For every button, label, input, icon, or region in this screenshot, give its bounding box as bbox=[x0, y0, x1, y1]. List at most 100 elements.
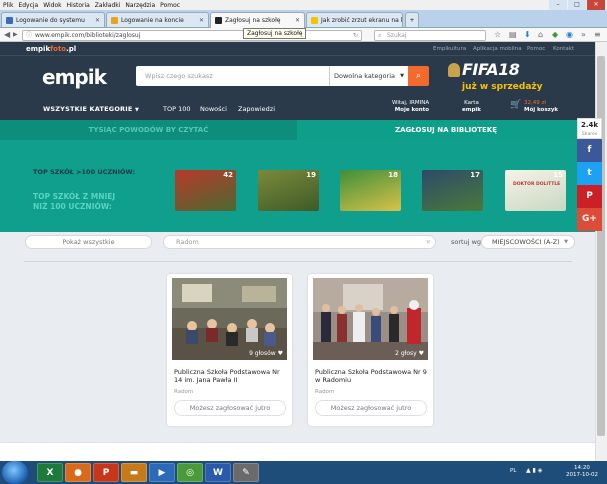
empik-card-link[interactable]: Karta empik bbox=[462, 100, 481, 114]
school-name[interactable]: Publiczna Szkoła Podstawowa Nr 9 w Radom… bbox=[315, 368, 430, 384]
top-school-thumb-3[interactable]: 18 bbox=[340, 170, 401, 211]
chrome-taskbar-icon[interactable]: ◎ bbox=[177, 463, 203, 482]
nav-nowosci[interactable]: Nowości bbox=[200, 105, 227, 113]
top-link-contact[interactable]: Kontakt bbox=[553, 46, 574, 52]
close-tab-icon[interactable]: ✕ bbox=[199, 17, 204, 24]
menu-item-widok[interactable]: Widok bbox=[43, 2, 61, 9]
top-school-thumb-4[interactable]: 17 bbox=[422, 170, 483, 211]
brand-suffix: foto bbox=[50, 45, 67, 53]
search-icon: ⌕ bbox=[415, 71, 422, 81]
new-tab-button[interactable]: + bbox=[405, 12, 419, 27]
excel-taskbar-icon[interactable]: X bbox=[37, 463, 63, 482]
empik-logo[interactable]: empik bbox=[42, 65, 107, 89]
search-category-value: Dowolna kategoria bbox=[334, 72, 395, 80]
clipboard-icon[interactable]: ▤ bbox=[509, 30, 517, 39]
scrollbar-thumb[interactable] bbox=[597, 56, 605, 436]
heart-icon[interactable]: ♥ bbox=[278, 350, 283, 357]
powerpoint-taskbar-icon[interactable]: P bbox=[93, 463, 119, 482]
close-tab-icon[interactable]: ✕ bbox=[95, 17, 100, 24]
top-link-help[interactable]: Pomoc bbox=[527, 46, 545, 52]
school-photo: 2 głosy ♥ bbox=[313, 278, 428, 360]
star-icon[interactable]: ☆ bbox=[494, 30, 501, 39]
browser-tab[interactable]: Logowanie do systemu ✕ bbox=[1, 12, 105, 27]
top-school-thumb-1[interactable]: 42 bbox=[175, 170, 236, 211]
taskbar: X ● P ▬ ▶ ◎ W ✎ PL ▲ ▮ ◈ 14:20 2017-10-0… bbox=[0, 461, 607, 484]
tray-icons[interactable]: ▲ ▮ ◈ bbox=[526, 467, 542, 474]
top-small-schools-label[interactable]: TOP SZKÓŁ Z MNIEJ NIŻ 100 UCZNIÓW: bbox=[33, 192, 115, 212]
all-categories-label: WSZYSTKIE KATEGORIE bbox=[43, 105, 133, 113]
media-taskbar-icon[interactable]: ▶ bbox=[149, 463, 175, 482]
search-input[interactable]: Wpisz czego szukasz bbox=[136, 66, 329, 86]
empikfoto-link[interactable]: empikfoto.pl bbox=[26, 45, 76, 53]
city-filter-input[interactable]: Radom ✕ bbox=[163, 235, 436, 249]
menu-item-historia[interactable]: Historia bbox=[67, 2, 90, 9]
forward-icon[interactable]: ▶ bbox=[13, 31, 18, 38]
vote-button[interactable]: Możesz zagłosować jutro bbox=[174, 400, 286, 416]
paint-taskbar-icon[interactable]: ✎ bbox=[233, 463, 259, 482]
home-icon[interactable]: ⌂ bbox=[538, 30, 543, 39]
nav-top-100[interactable]: TOP 100 bbox=[163, 105, 190, 113]
maximize-button[interactable]: □ bbox=[568, 0, 586, 10]
menu-item-zakładki[interactable]: Zakładki bbox=[95, 2, 121, 9]
word-taskbar-icon[interactable]: W bbox=[205, 463, 231, 482]
browser-search-input[interactable]: ⌕ Szukaj bbox=[374, 30, 486, 41]
menu-item-pomoc[interactable]: Pomoc bbox=[160, 2, 180, 9]
search-button[interactable]: ⌕ bbox=[408, 66, 429, 86]
heart-icon[interactable]: ♥ bbox=[419, 350, 424, 357]
clear-icon[interactable]: ✕ bbox=[426, 236, 431, 248]
cart-button[interactable]: 🛒 32,49 zł Mój koszyk bbox=[510, 100, 558, 114]
top-school-thumb-5[interactable]: DOKTOR DOLITTLE 15 bbox=[505, 170, 566, 211]
search-category-select[interactable]: Dowolna kategoria ▼ bbox=[329, 66, 408, 86]
url-bar[interactable]: ⓘ www.empik.com/biblioteki/zaglosuj ↻ bbox=[22, 30, 362, 41]
download-icon[interactable]: ⬇ bbox=[524, 30, 531, 39]
clock-time: 14:20 bbox=[574, 465, 590, 471]
menu-item-edycja[interactable]: Edycja bbox=[18, 2, 38, 9]
menu-icon[interactable]: ≡ bbox=[594, 30, 601, 39]
start-button[interactable] bbox=[2, 461, 28, 484]
menu-item-narzędzia[interactable]: Narzędzia bbox=[125, 2, 155, 9]
back-icon[interactable]: ◀ bbox=[4, 30, 10, 39]
pinterest-share-button[interactable]: P bbox=[577, 185, 602, 208]
close-window-button[interactable]: ✕ bbox=[587, 0, 605, 10]
top-school-thumb-2[interactable]: 19 bbox=[258, 170, 319, 211]
folder-taskbar-icon[interactable]: ▬ bbox=[121, 463, 147, 482]
twitter-share-button[interactable]: t bbox=[577, 162, 602, 185]
facebook-icon: f bbox=[587, 145, 592, 155]
votes-count: 9 głosów bbox=[249, 350, 276, 357]
clock[interactable]: 14:20 2017-10-02 bbox=[566, 465, 598, 479]
sort-select[interactable]: MIEJSCOWOŚCI (A-Z) ▼ bbox=[481, 235, 575, 249]
nav-zapowiedzi[interactable]: Zapowiedzi bbox=[238, 105, 275, 113]
top-link-empikultura[interactable]: Empikultura bbox=[433, 46, 466, 52]
school-card[interactable]: 9 głosów ♥ Publiczna Szkoła Podstawowa N… bbox=[167, 274, 292, 426]
fifa-promo-banner[interactable]: FIFA18 już w sprzedaży bbox=[448, 60, 558, 98]
google-plus-share-button[interactable]: G+ bbox=[577, 208, 602, 231]
shield-icon[interactable]: ◆ bbox=[552, 30, 558, 39]
language-indicator[interactable]: PL bbox=[510, 468, 516, 474]
filter-bar: Pokaż wszystkie Radom ✕ sortuj wg: MIEJS… bbox=[0, 232, 595, 256]
all-categories-menu[interactable]: WSZYSTKIE KATEGORIE ▼ bbox=[43, 105, 139, 113]
menu-item-plik[interactable]: Plik bbox=[3, 2, 13, 9]
firefox-taskbar-icon[interactable]: ● bbox=[65, 463, 91, 482]
close-tab-icon[interactable]: ✕ bbox=[295, 17, 300, 24]
top-big-schools-label[interactable]: TOP SZKÓŁ >100 UCZNIÓW: bbox=[33, 168, 135, 176]
vote-button[interactable]: Możesz zagłosować jutro bbox=[315, 400, 427, 416]
tab-vote-library[interactable]: ZAGŁOSUJ NA BIBLIOTEKĘ bbox=[297, 120, 595, 140]
thumb-votes: 15 bbox=[553, 171, 563, 179]
show-all-button[interactable]: Pokaż wszystkie bbox=[25, 235, 152, 249]
browser-tab[interactable]: Zagłosuj na szkołę ✕ bbox=[210, 12, 305, 28]
account-menu[interactable]: Witaj, IRMINA Moje konto bbox=[392, 100, 429, 114]
votes-badge: 9 głosów ♥ bbox=[249, 350, 283, 357]
tab-thousand-reasons[interactable]: TYSIĄC POWODÓW BY CZYTAĆ bbox=[0, 120, 297, 140]
facebook-share-button[interactable]: f bbox=[577, 139, 602, 162]
overflow-icon[interactable]: » bbox=[581, 30, 586, 39]
account-label: Moje konto bbox=[394, 107, 430, 113]
thumb-poster-title: DOKTOR DOLITTLE bbox=[513, 182, 561, 187]
browser-tab[interactable]: Logowanie na koncie ✕ bbox=[106, 12, 209, 27]
browser-tab[interactable]: Jak zrobić zrzut ekranu na lap✕ bbox=[306, 12, 403, 27]
school-card[interactable]: 2 głosy ♥ Publiczna Szkoła Podstawowa Nr… bbox=[308, 274, 433, 426]
extension-icon[interactable]: ◉ bbox=[566, 30, 573, 39]
school-name[interactable]: Publiczna Szkoła Podstawowa Nr 14 im. Ja… bbox=[174, 368, 289, 384]
minimize-button[interactable]: – bbox=[549, 0, 567, 10]
top-link-app[interactable]: Aplikacja mobilna bbox=[473, 46, 522, 52]
reload-icon[interactable]: ↻ bbox=[353, 31, 358, 40]
